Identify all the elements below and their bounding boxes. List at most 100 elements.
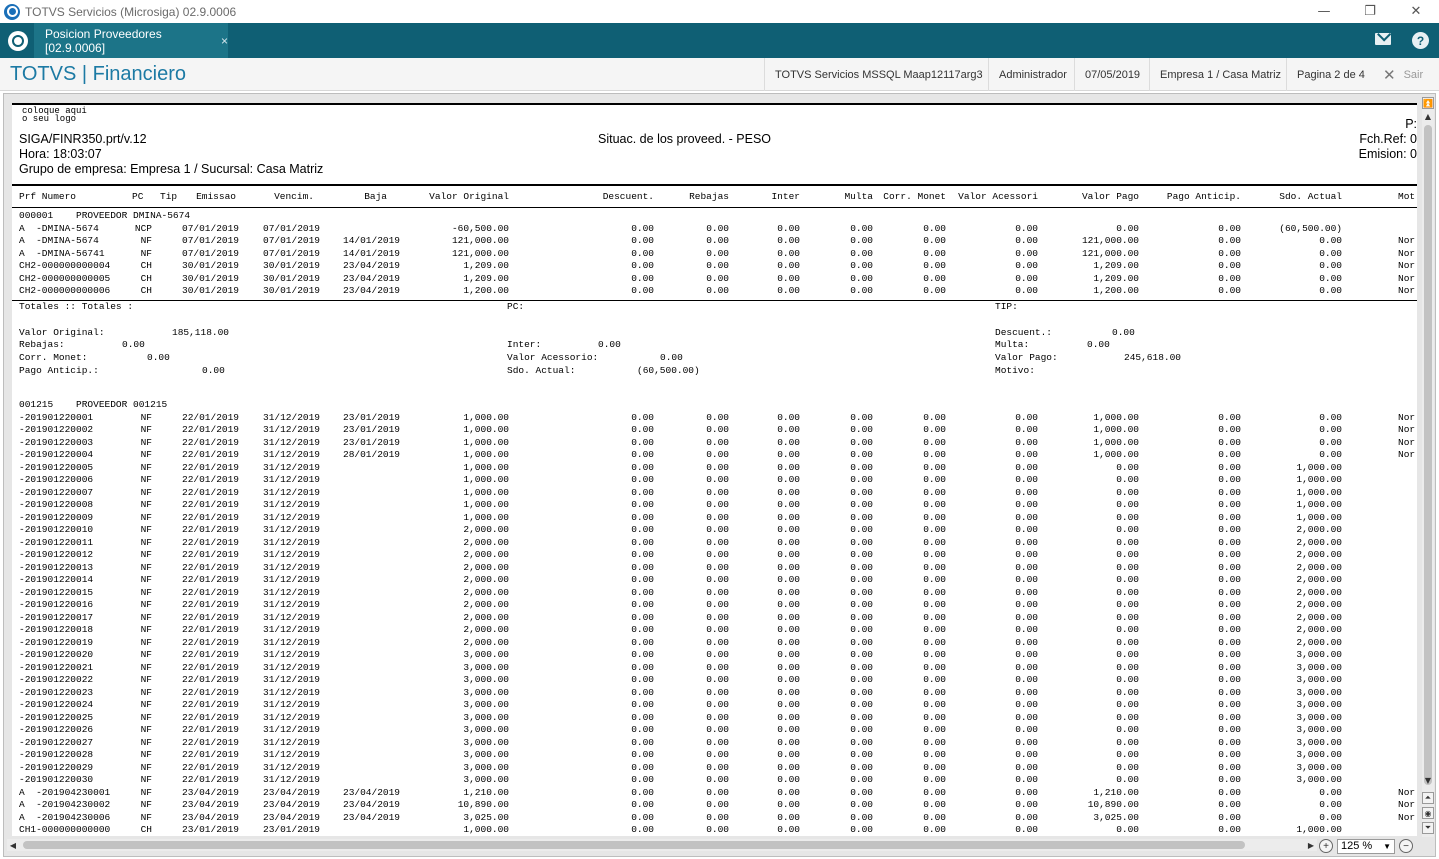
table-cell: NF <box>140 711 152 723</box>
table-cell: 0.00 <box>923 549 946 560</box>
table-cell: 0.00 <box>1218 674 1241 685</box>
table-cell: 22/01/2019 <box>182 774 240 785</box>
zoom-out-icon[interactable]: − <box>1399 839 1413 853</box>
table-cell: NF <box>140 449 152 460</box>
table-cell: 0.00 <box>1015 749 1038 760</box>
table-cell: 0.00 <box>1218 461 1241 473</box>
totvs-logo-icon[interactable] <box>8 31 28 51</box>
scroll-next-page-button[interactable]: ⏷ <box>1422 822 1434 834</box>
minimize-button[interactable]: — <box>1301 0 1347 23</box>
table-cell: 0.00 <box>706 499 729 510</box>
table-cell: 0.00 <box>777 649 800 660</box>
table-cell: 22/01/2019 <box>182 561 240 573</box>
tab-posicion-proveedores[interactable]: Posicion Proveedores [02.9.0006] × <box>34 23 228 58</box>
table-cell: 0.00 <box>1015 774 1038 785</box>
table-cell: Nor <box>1398 411 1416 423</box>
scroll-right-button[interactable]: ▶ <box>1305 839 1317 851</box>
table-cell: 0.00 <box>1218 711 1241 723</box>
table-cell: 0.00 <box>850 511 873 523</box>
table-cell: 0.00 <box>631 774 654 785</box>
horizontal-scrollbar[interactable]: ◀ ▶ <box>7 839 1317 851</box>
table-cell: 3,000.00 <box>463 736 509 748</box>
mail-icon[interactable] <box>1375 33 1391 45</box>
total-value: 0.00 <box>122 339 145 350</box>
table-cell: 0.00 <box>706 424 729 435</box>
table-cell: 31/12/2019 <box>263 574 321 585</box>
table-cell: 31/12/2019 <box>263 536 321 548</box>
table-cell: 0.00 <box>706 272 729 284</box>
table-cell: 22/01/2019 <box>182 636 240 648</box>
totvs-app-icon <box>4 3 20 20</box>
window-title: TOTVS Servicios (Microsiga) 02.9.0006 <box>25 4 237 19</box>
zoom-select[interactable]: 125 % ▼ <box>1337 838 1395 854</box>
table-cell: 3,000.00 <box>463 699 509 710</box>
table-cell: 121,000.00 <box>451 247 509 259</box>
table-cell: 0.00 <box>777 586 800 598</box>
table-cell: 0.00 <box>777 774 800 785</box>
table-cell: 0.00 <box>777 474 800 485</box>
vertical-scroll-thumb[interactable] <box>1424 125 1432 785</box>
table-cell: 2,000.00 <box>1296 599 1342 610</box>
table-cell: 0.00 <box>1319 811 1342 823</box>
table-cell: 1,000.00 <box>463 499 509 510</box>
table-cell: 0.00 <box>777 424 800 435</box>
table-cell: Nor <box>1398 811 1416 823</box>
table-cell: 0.00 <box>1218 824 1241 835</box>
maximize-button[interactable]: ❐ <box>1347 0 1393 23</box>
table-cell: 3,000.00 <box>463 749 509 760</box>
table-cell: 2,000.00 <box>463 574 509 585</box>
table-cell: 22/01/2019 <box>182 436 240 448</box>
table-cell: 0.00 <box>923 611 946 623</box>
vertical-scrollbar[interactable]: ⏫ ▲ ▼ ⏶ ◉ ⏷ <box>1422 97 1434 837</box>
table-cell: 31/12/2019 <box>263 561 321 573</box>
table-cell: CH <box>140 285 152 296</box>
table-cell: 0.00 <box>706 699 729 710</box>
total-value: 0.00 <box>1112 327 1135 338</box>
zoom-in-icon[interactable]: + <box>1319 839 1333 853</box>
tab-label: Posicion Proveedores [02.9.0006] <box>45 26 162 55</box>
table-cell: 0.00 <box>777 222 800 234</box>
table-cell: 0.00 <box>777 524 800 535</box>
table-cell: -201901220027 <box>19 736 94 748</box>
sair-button[interactable]: ✕ Sair <box>1383 58 1423 91</box>
report-grupo: Grupo de empresa: Empresa 1 / Sucursal: … <box>19 162 324 176</box>
help-icon[interactable]: ? <box>1412 32 1429 49</box>
table-cell: 22/01/2019 <box>182 574 240 585</box>
horizontal-scroll-thumb[interactable] <box>23 841 1245 849</box>
close-window-button[interactable]: ✕ <box>1393 0 1439 23</box>
table-cell: 3,025.00 <box>1093 811 1139 823</box>
table-cell: 3,000.00 <box>463 724 509 735</box>
total-label: Motivo: <box>995 365 1035 376</box>
scroll-first-page-button[interactable]: ⏫ <box>1422 97 1434 109</box>
table-cell: 2,000.00 <box>1296 549 1342 560</box>
zoom-value: 125 % <box>1341 840 1373 852</box>
scroll-up-button[interactable]: ▲ <box>1422 110 1434 122</box>
table-cell: 0.00 <box>923 235 946 246</box>
scroll-left-button[interactable]: ◀ <box>7 839 19 851</box>
table-cell: 0.00 <box>631 536 654 548</box>
scroll-prev-page-button[interactable]: ⏶ <box>1422 792 1434 804</box>
table-cell: 0.00 <box>706 636 729 648</box>
table-cell: 0.00 <box>923 424 946 435</box>
tab-close-icon[interactable]: × <box>221 34 228 48</box>
table-cell: 31/12/2019 <box>263 749 321 760</box>
scroll-page-button[interactable]: ◉ <box>1422 807 1434 819</box>
table-cell: 0.00 <box>1015 285 1038 296</box>
table-cell: 0.00 <box>1319 285 1342 296</box>
table-cell: 0.00 <box>706 774 729 785</box>
table-cell: 0.00 <box>1015 674 1038 685</box>
scroll-down-button[interactable]: ▼ <box>1422 774 1434 786</box>
table-cell: 0.00 <box>1015 761 1038 773</box>
table-cell: 1,000.00 <box>1296 486 1342 498</box>
table-cell: 22/01/2019 <box>182 674 240 685</box>
table-cell: 1,000.00 <box>1093 449 1139 460</box>
report-hora: Hora: 18:03:07 <box>19 147 102 161</box>
table-cell: 0.00 <box>777 536 800 548</box>
column-header: Valor Pago <box>1081 191 1139 202</box>
table-cell: 0.00 <box>1218 661 1241 673</box>
table-cell: 0.00 <box>777 699 800 710</box>
table-cell: -201901220025 <box>19 711 94 723</box>
table-cell: 30/01/2019 <box>182 260 240 271</box>
column-header: PC <box>132 191 144 202</box>
column-header: Mot <box>1398 191 1416 202</box>
